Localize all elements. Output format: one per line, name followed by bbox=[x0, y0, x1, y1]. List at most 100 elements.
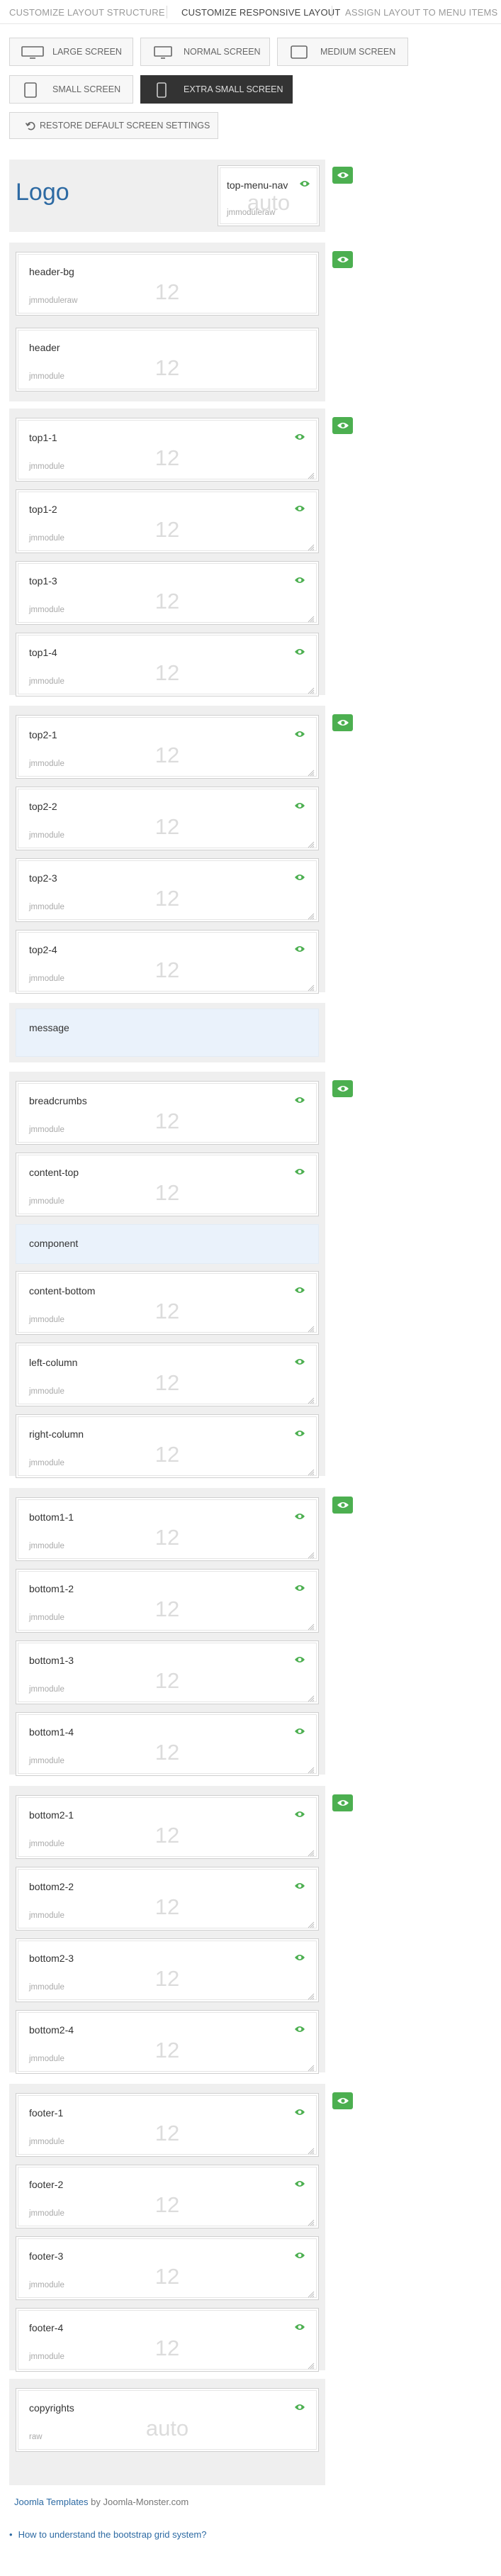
eye-icon[interactable] bbox=[294, 647, 305, 660]
resize-handle-icon[interactable] bbox=[308, 2145, 315, 2155]
eye-icon[interactable] bbox=[294, 1285, 305, 1298]
position-bottom1-3[interactable]: bottom1-3 12 jmmodule bbox=[16, 1640, 319, 1704]
resize-handle-icon[interactable] bbox=[308, 1991, 315, 2000]
tab-customize-responsive-layout[interactable]: CUSTOMIZE RESPONSIVE LAYOUT bbox=[181, 7, 341, 18]
eye-icon[interactable] bbox=[294, 1583, 305, 1596]
position-bottom2-1[interactable]: bottom2-1 12 jmmodule bbox=[16, 1795, 319, 1859]
position-copyrights[interactable]: copyrights auto raw bbox=[16, 2388, 319, 2452]
eye-icon[interactable] bbox=[294, 2024, 305, 2037]
row-visibility-toggle[interactable] bbox=[332, 417, 353, 434]
position-top2-3[interactable]: top2-3 12 jmmodule bbox=[16, 858, 319, 922]
position-top2-4[interactable]: top2-4 12 jmmodule bbox=[16, 930, 319, 994]
resize-handle-icon[interactable] bbox=[308, 685, 315, 694]
resize-handle-icon[interactable] bbox=[308, 2217, 315, 2226]
row-visibility-toggle[interactable] bbox=[332, 1080, 353, 1097]
position-top1-2[interactable]: top1-2 12 jmmodule bbox=[16, 489, 319, 553]
row-visibility-toggle[interactable] bbox=[332, 2092, 353, 2109]
medium-screen-button[interactable]: MEDIUM SCREEN bbox=[277, 38, 408, 66]
position-bottom1-2[interactable]: bottom1-2 12 jmmodule bbox=[16, 1569, 319, 1633]
position-top1-4[interactable]: top1-4 12 jmmodule bbox=[16, 633, 319, 696]
eye-icon[interactable] bbox=[294, 2322, 305, 2335]
row-visibility-toggle[interactable] bbox=[332, 1794, 353, 1811]
eye-icon[interactable] bbox=[294, 2250, 305, 2263]
position-right-column[interactable]: right-column 12 jmmodule bbox=[16, 1414, 319, 1478]
eye-icon[interactable] bbox=[294, 504, 305, 516]
resize-handle-icon[interactable] bbox=[308, 839, 315, 848]
position-bottom1-4[interactable]: bottom1-4 12 jmmodule bbox=[16, 1712, 319, 1776]
eye-icon[interactable] bbox=[294, 575, 305, 588]
resize-handle-icon[interactable] bbox=[308, 982, 315, 992]
position-bottom2-4[interactable]: bottom2-4 12 jmmodule bbox=[16, 2010, 319, 2074]
eye-icon[interactable] bbox=[294, 1357, 305, 1370]
resize-handle-icon[interactable] bbox=[308, 767, 315, 777]
position-top1-1[interactable]: top1-1 12 jmmodule bbox=[16, 418, 319, 482]
eye-icon[interactable] bbox=[299, 179, 310, 188]
eye-icon[interactable] bbox=[294, 2179, 305, 2192]
small-screen-button[interactable]: SMALL SCREEN bbox=[9, 75, 133, 104]
eye-icon[interactable] bbox=[294, 2107, 305, 2120]
eye-icon[interactable] bbox=[294, 432, 305, 445]
eye-icon[interactable] bbox=[294, 1809, 305, 1822]
position-component[interactable]: component bbox=[16, 1224, 319, 1264]
resize-handle-icon[interactable] bbox=[308, 911, 315, 920]
eye-icon[interactable] bbox=[294, 1511, 305, 1524]
eye-icon[interactable] bbox=[294, 1428, 305, 1441]
tab-assign-layout-to-menu-items[interactable]: ASSIGN LAYOUT TO MENU ITEMS bbox=[345, 7, 497, 18]
extra-small-screen-button[interactable]: EXTRA SMALL SCREEN bbox=[140, 75, 293, 104]
position-breadcrumbs[interactable]: breadcrumbs 12 jmmodule bbox=[16, 1081, 319, 1145]
row-visibility-toggle[interactable] bbox=[332, 1497, 353, 1514]
eye-icon[interactable] bbox=[294, 801, 305, 814]
position-footer-2[interactable]: footer-2 12 jmmodule bbox=[16, 2165, 319, 2228]
resize-handle-icon[interactable] bbox=[308, 1693, 315, 1702]
resize-handle-icon[interactable] bbox=[308, 2289, 315, 2298]
position-footer-1[interactable]: footer-1 12 jmmodule bbox=[16, 2093, 319, 2157]
resize-handle-icon[interactable] bbox=[308, 542, 315, 551]
large-screen-button[interactable]: LARGE SCREEN bbox=[9, 38, 133, 66]
resize-handle-icon[interactable] bbox=[308, 1395, 315, 1404]
eye-icon[interactable] bbox=[294, 1167, 305, 1179]
resize-handle-icon[interactable] bbox=[308, 1919, 315, 1928]
eye-icon[interactable] bbox=[294, 1726, 305, 1739]
position-top-menu-nav[interactable]: top-menu-nav auto jmmoduleraw bbox=[218, 165, 320, 226]
resize-handle-icon[interactable] bbox=[308, 1848, 315, 1857]
eye-icon[interactable] bbox=[294, 2402, 305, 2415]
resize-handle-icon[interactable] bbox=[308, 470, 315, 479]
position-footer-3[interactable]: footer-3 12 jmmodule bbox=[16, 2236, 319, 2300]
position-footer-4[interactable]: footer-4 12 jmmodule bbox=[16, 2308, 319, 2372]
resize-handle-icon[interactable] bbox=[308, 1323, 315, 1333]
resize-handle-icon[interactable] bbox=[308, 1467, 315, 1476]
row-visibility-toggle[interactable] bbox=[332, 167, 353, 184]
resize-handle-icon[interactable] bbox=[308, 1621, 315, 1631]
position-left-column[interactable]: left-column 12 jmmodule bbox=[16, 1343, 319, 1406]
position-top2-2[interactable]: top2-2 12 jmmodule bbox=[16, 787, 319, 850]
row-visibility-toggle[interactable] bbox=[332, 251, 353, 268]
resize-handle-icon[interactable] bbox=[308, 2360, 315, 2370]
resize-handle-icon[interactable] bbox=[308, 2063, 315, 2072]
eye-icon[interactable] bbox=[294, 1655, 305, 1667]
position-content-top[interactable]: content-top 12 jmmodule bbox=[16, 1153, 319, 1216]
position-message[interactable]: message bbox=[16, 1009, 319, 1057]
eye-icon[interactable] bbox=[294, 872, 305, 885]
position-top1-3[interactable]: top1-3 12 jmmodule bbox=[16, 561, 319, 625]
joomla-templates-link[interactable]: Joomla Templates bbox=[14, 2497, 89, 2507]
eye-icon[interactable] bbox=[294, 1953, 305, 1965]
tab-customize-layout-structure[interactable]: CUSTOMIZE LAYOUT STRUCTURE bbox=[9, 7, 165, 18]
position-bottom1-1[interactable]: bottom1-1 12 jmmodule bbox=[16, 1497, 319, 1561]
resize-handle-icon[interactable] bbox=[308, 614, 315, 623]
row-visibility-toggle[interactable] bbox=[332, 714, 353, 731]
eye-icon[interactable] bbox=[294, 944, 305, 957]
eye-icon[interactable] bbox=[294, 1881, 305, 1894]
position-bottom2-2[interactable]: bottom2-2 12 jmmodule bbox=[16, 1867, 319, 1931]
bootstrap-grid-help-link[interactable]: How to understand the bootstrap grid sys… bbox=[18, 2529, 207, 2540]
eye-icon[interactable] bbox=[294, 1095, 305, 1108]
position-header-bg[interactable]: header-bg 12 jmmoduleraw bbox=[16, 252, 319, 316]
eye-icon[interactable] bbox=[294, 729, 305, 742]
resize-handle-icon[interactable] bbox=[308, 1765, 315, 1774]
normal-screen-button[interactable]: NORMAL SCREEN bbox=[140, 38, 270, 66]
position-bottom2-3[interactable]: bottom2-3 12 jmmodule bbox=[16, 1938, 319, 2002]
resize-handle-icon[interactable] bbox=[308, 1550, 315, 1559]
position-top2-1[interactable]: top2-1 12 jmmodule bbox=[16, 715, 319, 779]
position-content-bottom[interactable]: content-bottom 12 jmmodule bbox=[16, 1271, 319, 1335]
position-header[interactable]: header 12 jmmodule bbox=[16, 328, 319, 392]
restore-default-button[interactable]: RESTORE DEFAULT SCREEN SETTINGS bbox=[9, 112, 218, 139]
